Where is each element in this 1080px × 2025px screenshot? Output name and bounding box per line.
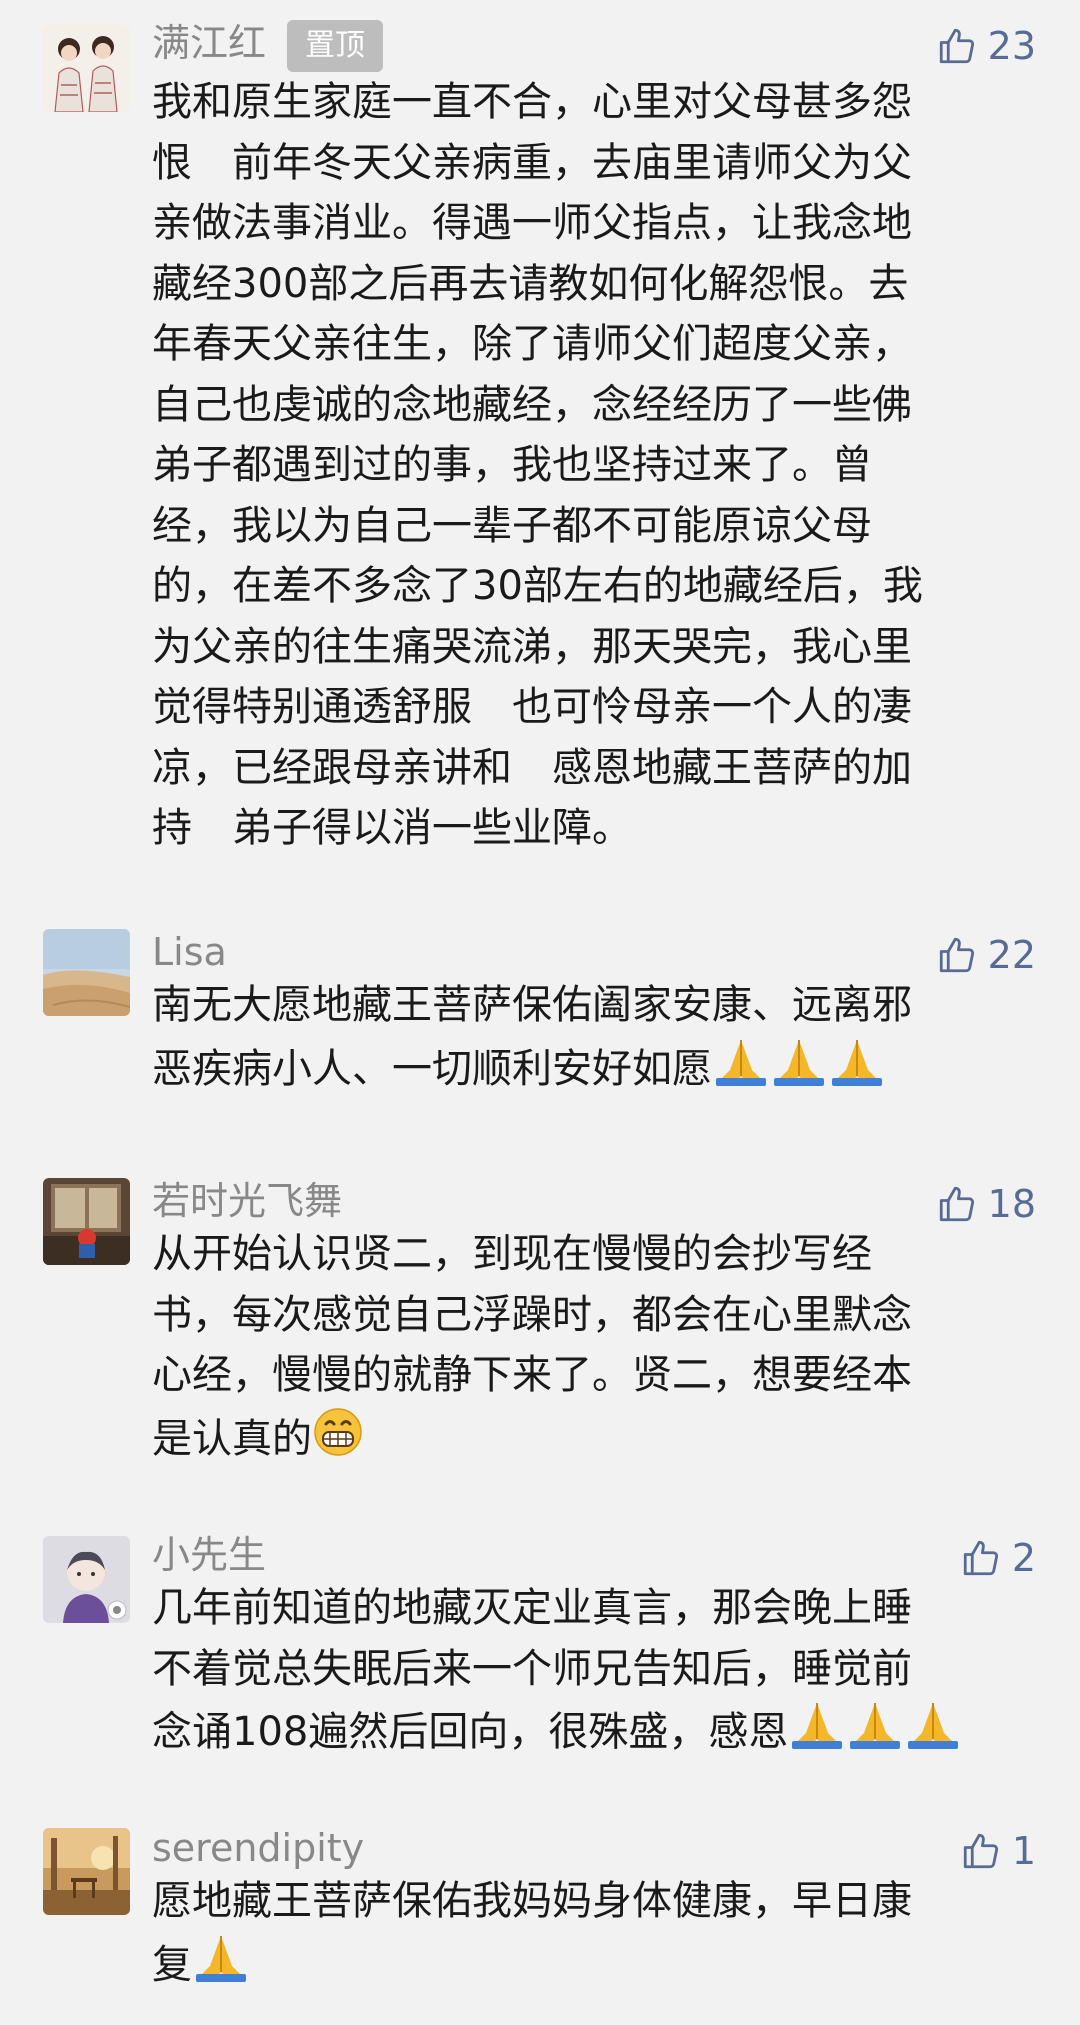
thumbs-up-icon [963,1833,998,1869]
avatar[interactable] [43,25,130,112]
comment-nickname[interactable]: 若时光飞舞 [152,1176,342,1226]
like-count: 1 [1011,1829,1036,1873]
thumbs-up-icon [963,1540,998,1576]
thumbs-up-icon [939,937,974,973]
folded-hands-icon [828,1036,886,1106]
comment-text-body: 从开始认识贤二，到现在慢慢的会抄写经 书，每次感觉自己浮躁时，都会在心里默念 心… [152,1231,912,1462]
folded-hands-icon [904,1699,962,1769]
grinning-face-icon [312,1406,364,1476]
like-count: 22 [987,933,1036,977]
folded-hands-icon [770,1036,828,1106]
like-button[interactable]: 2 [960,1534,1036,1582]
comment-text: 几年前知道的地藏灭定业真言，那会晚上睡 不着觉总失眠后来一个师兄告知后，睡觉前 … [152,1578,1032,1769]
folded-hands-icon [788,1699,846,1769]
cartoon-boy-icon [43,1536,130,1623]
comment-text: 愿地藏王菩萨保佑我妈妈身体健康，早日康 复 [152,1871,1032,2001]
folded-hands-icon [192,1932,250,2002]
avatar[interactable] [43,1178,130,1265]
folded-hands-icon [846,1699,904,1769]
like-count: 23 [987,24,1036,68]
avatar[interactable] [43,1536,130,1623]
comment-list: 满江红 置顶 23 我和原生家庭一直不合，心里对父母甚多怨 恨 前年冬天父亲病重… [0,0,1080,2025]
pinned-badge: 置顶 [287,20,383,72]
comment-nickname[interactable]: 小先生 [152,1530,266,1580]
comment-nickname[interactable]: Lisa [152,927,227,977]
comment-text-body: 愿地藏王菩萨保佑我妈妈身体健康，早日康 复 [152,1878,912,1988]
avatar[interactable] [43,929,130,1016]
comment-nickname[interactable]: 满江红 [152,18,266,68]
like-button[interactable]: 22 [936,931,1036,979]
desert-landscape-icon [43,929,130,1016]
comment-text: 我和原生家庭一直不合，心里对父母甚多怨 恨 前年冬天父亲病重，去庙里请师父为父 … [152,79,923,851]
window-toy-photo-icon [43,1178,130,1265]
like-button[interactable]: 23 [936,22,1036,70]
avatar[interactable] [43,1828,130,1915]
like-count: 2 [1011,1536,1036,1580]
like-button[interactable]: 18 [936,1180,1036,1228]
two-women-portrait-icon [43,25,130,112]
folded-hands-icon [712,1036,770,1106]
sunset-cafe-photo-icon [43,1828,130,1915]
comment-text: 南无大愿地藏王菩萨保佑阖家安康、远离邪 恶疾病小人、一切顺利安好如愿 [152,975,1032,1105]
thumbs-up-icon [939,1186,974,1222]
like-button[interactable]: 1 [960,1827,1036,1875]
comment-nickname[interactable]: serendipity [152,1823,364,1873]
like-count: 18 [987,1182,1036,1226]
thumbs-up-icon [939,28,974,64]
comment-text: 从开始认识贤二，到现在慢慢的会抄写经 书，每次感觉自己浮躁时，都会在心里默念 心… [152,1224,1032,1475]
